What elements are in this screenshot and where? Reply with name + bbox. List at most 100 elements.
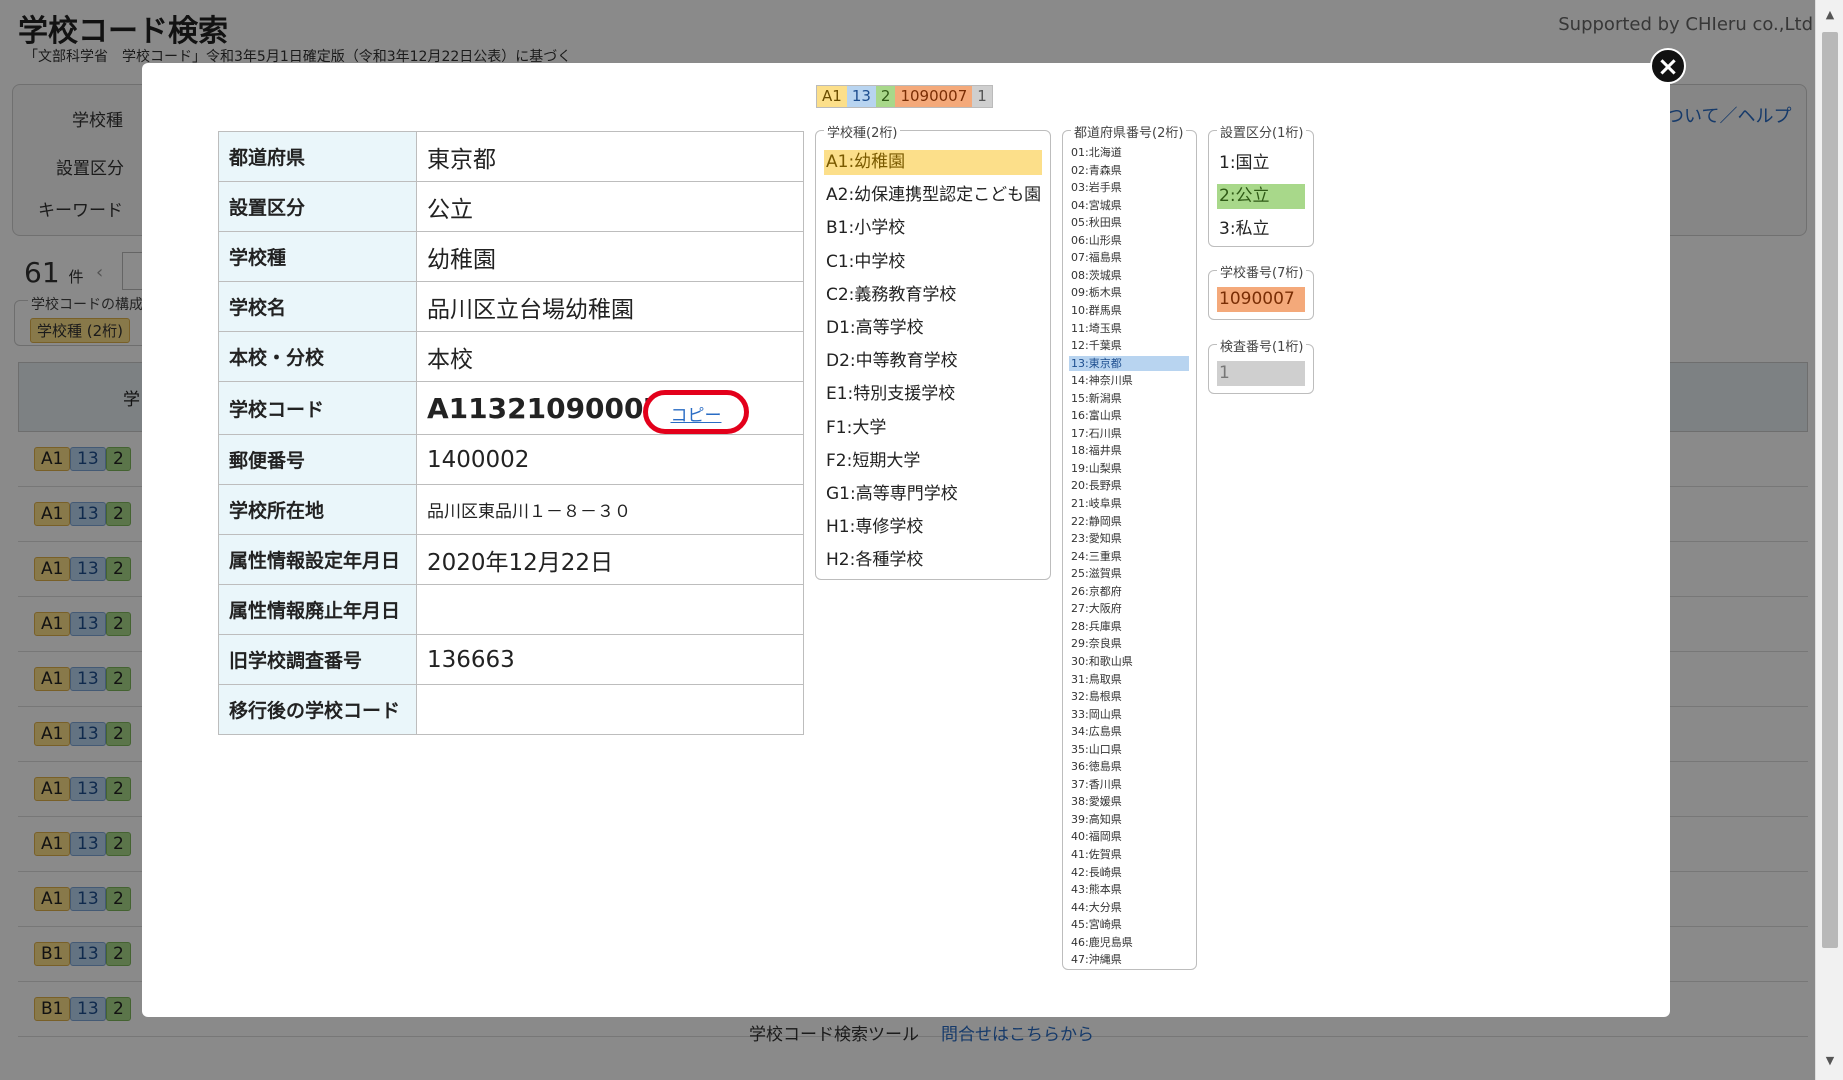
prefecture-item: 05:秋田県	[1071, 216, 1122, 230]
prefecture-item: 23:愛知県	[1071, 532, 1122, 546]
prefecture-value: 東京都	[416, 131, 804, 182]
prefecture-item: 44:大分県	[1071, 900, 1122, 914]
school-type-item: D1:高等学校	[826, 318, 924, 338]
prefecture-item: 24:三重県	[1071, 549, 1122, 563]
school-number-legend: 学校番号(7桁)	[1217, 262, 1307, 281]
establishment-fieldset: 設置区分(1桁) 1:国立 2:公立 3:私立	[1208, 122, 1314, 247]
school-type-item: A2:幼保連携型認定こども園	[826, 185, 1042, 206]
prefecture-item: 09:栃木県	[1071, 286, 1122, 300]
prefecture-item: 46:鹿児島県	[1071, 935, 1133, 949]
establishment-item: 2:公立	[1217, 184, 1305, 209]
info-row-school-code: 学校コード A113210900071 コピー	[218, 381, 804, 435]
school-type-item: E1:特別支援学校	[826, 384, 956, 405]
attr-set-value: 2020年12月22日	[416, 534, 804, 585]
prefecture-item: 43:熊本県	[1071, 883, 1122, 897]
prefecture-item: 29:奈良県	[1071, 637, 1122, 651]
prefecture-item: 12:千葉県	[1071, 339, 1122, 353]
prefecture-item: 35:山口県	[1071, 742, 1122, 756]
prefecture-item: 15:新潟県	[1071, 391, 1122, 405]
info-row-school-name: 学校名 品川区立台場幼稚園	[218, 281, 804, 332]
prefecture-item: 47:沖縄県	[1071, 953, 1122, 967]
info-row-postal: 郵便番号 1400002	[218, 434, 804, 485]
prefecture-item: 18:福井県	[1071, 444, 1122, 458]
prefecture-item: 40:福岡県	[1071, 830, 1122, 844]
prefecture-item: 38:愛媛県	[1071, 795, 1122, 809]
copy-button[interactable]: コピー	[671, 406, 722, 426]
old-id-value: 136663	[416, 634, 804, 685]
prefecture-item: 06:山形県	[1071, 233, 1122, 247]
school-number-fieldset: 学校番号(7桁) 1090007	[1208, 262, 1314, 320]
prefecture-item: 03:岩手県	[1071, 181, 1122, 195]
prefecture-item: 28:兵庫県	[1071, 619, 1122, 633]
school-type-value: 幼稚園	[416, 231, 804, 282]
school-info-table: 都道府県 東京都 設置区分 公立 学校種 幼稚園 学校名 品川区立台場幼稚園 本…	[218, 131, 804, 735]
prefecture-item: 41:佐賀県	[1071, 848, 1122, 861]
code-breakdown-bar: A1 13 2 1090007 1	[816, 85, 993, 108]
prefecture-item: 20:長野県	[1071, 479, 1122, 493]
scroll-down-arrow-icon[interactable]: ▼	[1816, 1054, 1843, 1074]
prefecture-item: 30:和歌山県	[1071, 654, 1133, 668]
prefecture-item: 45:宮崎県	[1071, 918, 1122, 932]
school-type-item: C1:中学校	[826, 251, 906, 272]
establishment-item: 1:国立	[1219, 153, 1270, 173]
scroll-up-arrow-icon[interactable]: ▲	[1816, 8, 1843, 28]
school-name-value: 品川区立台場幼稚園	[416, 281, 804, 332]
info-row-school-type: 学校種 幼稚園	[218, 231, 804, 282]
prefecture-item: 08:茨城県	[1071, 268, 1122, 282]
prefecture-item: 21:岐阜県	[1071, 497, 1122, 510]
close-icon[interactable]: ×	[1650, 48, 1686, 84]
code-segment-prefecture: 13	[846, 86, 876, 107]
attr-end-value	[416, 584, 804, 635]
info-row-establishment: 設置区分 公立	[218, 181, 804, 232]
prefecture-item: 34:広島県	[1071, 725, 1122, 739]
school-type-item: D2:中等教育学校	[826, 351, 958, 372]
new-code-value	[416, 684, 804, 735]
prefecture-item: 26:京都府	[1071, 584, 1122, 598]
copy-button-highlight: コピー	[643, 390, 749, 434]
info-row-new-code: 移行後の学校コード	[218, 684, 804, 735]
prefecture-item: 01:北海道	[1071, 146, 1122, 159]
prefecture-item: 32:島根県	[1071, 690, 1122, 704]
prefecture-item: 16:富山県	[1071, 409, 1122, 423]
postal-value: 1400002	[416, 434, 804, 485]
prefecture-legend: 都道府県番号(2桁)	[1071, 122, 1187, 141]
prefecture-item: 13:東京都	[1069, 355, 1189, 371]
info-row-prefecture: 都道府県 東京都	[218, 131, 804, 182]
prefecture-item: 37:香川県	[1071, 777, 1122, 791]
school-type-item: H1:専修学校	[826, 517, 924, 538]
prefecture-item: 25:滋賀県	[1071, 567, 1122, 581]
establishment-value: 公立	[416, 181, 804, 232]
prefecture-item: 27:大阪府	[1071, 602, 1122, 616]
page-scrollbar[interactable]: ▲ ▼	[1815, 0, 1843, 1080]
check-digit-legend: 検査番号(1桁)	[1217, 336, 1307, 355]
prefecture-item: 11:埼玉県	[1071, 321, 1122, 335]
code-segment-school-type: A1	[817, 86, 847, 107]
school-type-item: B1:小学校	[826, 218, 906, 239]
prefecture-item: 22:静岡県	[1071, 514, 1122, 528]
establishment-legend: 設置区分(1桁)	[1217, 122, 1307, 141]
prefecture-item: 07:福島県	[1071, 251, 1122, 265]
school-number-value: 1090007	[1217, 287, 1305, 312]
prefecture-item: 17:石川県	[1071, 426, 1122, 440]
prefecture-item: 02:青森県	[1071, 163, 1122, 177]
school-detail-modal: A1 13 2 1090007 1 都道府県 東京都 設置区分 公立 学校種 幼…	[142, 63, 1670, 1017]
prefecture-item: 10:群馬県	[1071, 303, 1122, 317]
prefecture-fieldset: 都道府県番号(2桁) 01:北海道 02:青森県 03:岩手県 04:宮城県 05:秋田…	[1062, 122, 1197, 970]
scroll-thumb[interactable]	[1822, 32, 1838, 948]
prefecture-item: 39:高知県	[1071, 812, 1122, 826]
establishment-item: 3:私立	[1219, 219, 1270, 239]
prefecture-item: 36:徳島県	[1071, 760, 1122, 774]
prefecture-item: 33:岡山県	[1071, 707, 1122, 721]
prefecture-item: 42:長崎県	[1071, 865, 1122, 879]
info-row-attr-set: 属性情報設定年月日 2020年12月22日	[218, 534, 804, 585]
school-code-cell: A113210900071 コピー	[416, 381, 804, 435]
info-row-old-id: 旧学校調査番号 136663	[218, 634, 804, 685]
prefecture-item: 31:鳥取県	[1071, 672, 1122, 686]
code-segment-establishment: 2	[875, 86, 896, 107]
school-type-item: F1:大学	[826, 417, 887, 438]
school-type-item: F2:短期大学	[826, 450, 921, 471]
code-segment-check-digit: 1	[972, 86, 992, 107]
address-value: 品川区東品川１－８－３０	[416, 484, 804, 535]
school-type-item: A1:幼稚園	[824, 150, 1042, 175]
school-type-legend: 学校種(2桁)	[824, 122, 901, 141]
